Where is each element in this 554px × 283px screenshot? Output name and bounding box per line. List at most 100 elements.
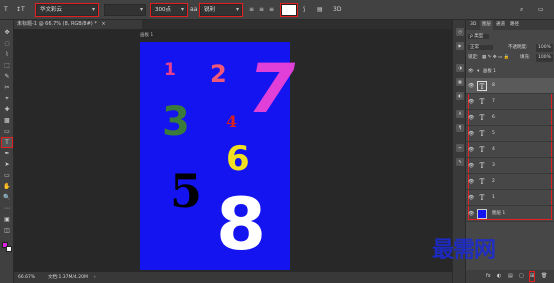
number-1[interactable]: 1 (164, 62, 176, 79)
options-bar: T ↕T 华文彩云 T 300点 aa 锐利 ≡ ≡ ≡ ⟆ ▤ 3D ⌕ ▭ (0, 0, 554, 20)
canvas-workspace[interactable]: 画板 1 1 2 7 3 4 6 5 8 (14, 29, 452, 272)
type-tool-icon[interactable]: T (4, 5, 8, 14)
tool-3-icon[interactable]: ⬚ (2, 61, 12, 70)
eye-icon[interactable]: 👁 (468, 110, 474, 126)
swatches-icon[interactable]: ▦ (456, 78, 464, 86)
tool-12-icon[interactable]: ➤ (2, 160, 12, 169)
layer-kind-select[interactable]: ρ 类型 (468, 34, 490, 39)
tool-18-icon[interactable]: ◫ (2, 226, 12, 235)
character-panel-icon[interactable]: ▤ (317, 5, 323, 14)
layer-row[interactable]: 👁 T 5 (466, 126, 554, 142)
search-icon[interactable]: ⌕ (520, 5, 523, 14)
tool-13-icon[interactable]: ▭ (2, 171, 12, 180)
tab-channels[interactable]: 通道 (494, 20, 507, 30)
mode-3d-label[interactable]: 3D (333, 5, 341, 14)
document-canvas[interactable]: 1 2 7 3 4 6 5 8 (140, 42, 295, 270)
tool-9-icon[interactable]: ▭ (2, 127, 12, 136)
background-color-swatch[interactable] (6, 246, 12, 252)
text-orientation-icon[interactable]: ↕T (16, 5, 25, 14)
fill-input[interactable]: 100% (536, 54, 553, 62)
layer-footer-icon[interactable]: ▤ (508, 270, 513, 283)
layer-row[interactable]: 👁 T 1 (466, 190, 554, 206)
history-icon[interactable]: ◷ (456, 28, 464, 36)
opacity-label: 不透明度: (508, 45, 528, 50)
tool-7-icon[interactable]: ✚ (2, 105, 12, 114)
align-left-icon[interactable]: ≡ (249, 5, 254, 14)
character-icon[interactable]: A (456, 110, 464, 118)
tool-4-icon[interactable]: ✎ (2, 72, 12, 81)
paragraph-icon[interactable]: ¶ (456, 124, 464, 132)
workspace-icon[interactable]: ▭ (538, 5, 544, 14)
layer-footer-icon[interactable]: ⊞ (528, 271, 536, 282)
actions-icon[interactable]: ▶ (456, 42, 464, 50)
layer-row[interactable]: 👁 T 6 (466, 110, 554, 126)
layer-footer-icon[interactable]: fx (486, 270, 491, 283)
opacity-input[interactable]: 100% (536, 44, 553, 52)
status-arrow-icon[interactable]: › (94, 272, 96, 283)
text-layer-icon: T (479, 178, 485, 186)
blend-row: 正常 不透明度: 100% (468, 44, 553, 52)
eye-icon[interactable]: 👁 (468, 78, 474, 94)
eye-icon[interactable]: 👁 (468, 158, 474, 174)
font-size-select[interactable]: 300点 (150, 3, 188, 17)
text-layer-icon: T (479, 98, 485, 106)
tool-1-icon[interactable]: ◌ (2, 39, 12, 48)
tool-11-icon[interactable]: ✒ (2, 149, 12, 158)
tool-0-icon[interactable]: ✥ (2, 28, 12, 37)
lock-icons[interactable]: ▦ ✎ ✥ ▭ 🔒 (482, 54, 509, 62)
layer-row[interactable]: 👁 T 4 (466, 142, 554, 158)
tool-10-icon[interactable]: T (1, 137, 13, 148)
tool-presets-icon[interactable]: ✂ (456, 144, 464, 152)
eye-icon[interactable]: 👁 (468, 190, 474, 206)
number-8[interactable]: 8 (216, 188, 266, 260)
layer-footer-icon[interactable]: 🗑 (541, 270, 547, 283)
layer-footer-icon[interactable]: ▢ (519, 270, 524, 283)
brush-icon[interactable]: ✎ (456, 158, 464, 166)
tab-paths[interactable]: 路径 (508, 20, 521, 30)
anti-alias-select[interactable]: 锐利 (199, 3, 243, 17)
align-center-icon[interactable]: ≡ (259, 5, 264, 14)
align-right-icon[interactable]: ≡ (269, 5, 274, 14)
eye-icon[interactable]: 👁 (468, 206, 474, 222)
tab-layers[interactable]: 图层 (480, 20, 493, 30)
layer-row[interactable]: 👁 T 2 (466, 174, 554, 190)
tool-15-icon[interactable]: 🔍 (2, 193, 12, 202)
number-7[interactable]: 7 (248, 56, 295, 124)
close-icon[interactable]: × (101, 21, 105, 27)
eye-icon[interactable]: 👁 (468, 94, 474, 110)
tool-6-icon[interactable]: ⌖ (2, 94, 12, 103)
number-4[interactable]: 4 (226, 114, 237, 130)
tool-16-icon[interactable]: ⋯ (2, 204, 12, 213)
number-3[interactable]: 3 (162, 102, 190, 142)
artboard-row[interactable]: 👁 ▾ 画板 1 (468, 68, 552, 76)
eye-icon[interactable]: 👁 (468, 126, 474, 142)
layer-row[interactable]: 👁 T 7 (466, 94, 554, 110)
tool-2-icon[interactable]: ⌇ (2, 50, 12, 59)
tool-8-icon[interactable]: ▩ (2, 116, 12, 125)
number-2[interactable]: 2 (210, 62, 227, 86)
document-tab[interactable]: 未标题-1 @ 66.7% (8, RGB/8#) * × (14, 20, 142, 29)
tab-3d[interactable]: 3D (468, 20, 478, 30)
eye-icon[interactable]: 👁 (468, 69, 474, 74)
color-icon[interactable]: ◑ (456, 64, 464, 72)
tool-17-icon[interactable]: ▣ (2, 215, 12, 224)
layer-row[interactable]: 👁 图层 1 (466, 206, 554, 222)
chevron-down-icon[interactable]: ▾ (477, 69, 479, 74)
layer-footer-icon[interactable]: ◐ (497, 270, 501, 283)
font-style-select[interactable] (104, 4, 146, 16)
number-6[interactable]: 6 (226, 142, 250, 176)
font-family-select[interactable]: 华文彩云 (35, 3, 99, 17)
tool-5-icon[interactable]: ✂ (2, 83, 12, 92)
warp-text-icon[interactable]: ⟆ (303, 5, 305, 14)
tool-14-icon[interactable]: ✋ (2, 182, 12, 191)
layer-row[interactable]: 👁 T 3 (466, 158, 554, 174)
eye-icon[interactable]: 👁 (468, 142, 474, 158)
eye-icon[interactable]: 👁 (468, 174, 474, 190)
layer-row[interactable]: 👁 T 8 (466, 78, 554, 94)
blend-mode-select[interactable]: 正常 (468, 45, 493, 50)
number-5[interactable]: 5 (170, 168, 202, 214)
text-color-swatch[interactable] (280, 3, 298, 17)
adjustments-icon[interactable]: ◐ (456, 92, 464, 100)
zoom-level[interactable]: 66.67% (18, 272, 35, 283)
layer-filter-row[interactable]: ρ 类型 (468, 33, 552, 41)
